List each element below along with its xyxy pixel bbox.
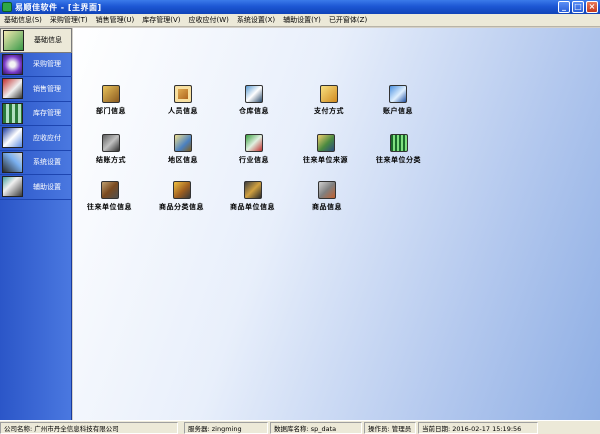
menu-open-windows[interactable]: 已开窗体(Z) bbox=[325, 15, 371, 25]
industry-icon bbox=[245, 134, 263, 152]
close-button[interactable]: × bbox=[586, 1, 598, 13]
app-logo-icon bbox=[2, 2, 12, 12]
tile-label: 商品信息 bbox=[312, 203, 342, 211]
sidebar-item-label: 应收应付 bbox=[33, 133, 61, 142]
menu-receivable[interactable]: 应收应付(W) bbox=[185, 15, 233, 25]
tile-label: 结账方式 bbox=[96, 156, 126, 164]
sidebar-item-label: 采购管理 bbox=[33, 60, 61, 69]
tile-label: 往来单位信息 bbox=[87, 203, 132, 211]
sidebar-item-label: 系统设置 bbox=[33, 158, 61, 167]
settlement-icon bbox=[102, 134, 120, 152]
tile-label: 账户信息 bbox=[383, 107, 413, 115]
menu-basic-info[interactable]: 基础信息(S) bbox=[0, 15, 46, 25]
status-date: 当前日期: 2016-02-17 15:19:56 bbox=[418, 421, 538, 434]
main-panel: 部门信息 人员信息 仓库信息 支付方式 账户信息 结账方式 地区信息 行业信息 … bbox=[73, 28, 600, 420]
tile-product-info[interactable]: 商品信息 bbox=[312, 181, 342, 212]
tile-label: 行业信息 bbox=[239, 156, 269, 164]
tile-partner-source[interactable]: 往来单位来源 bbox=[303, 134, 348, 165]
sidebar-item-basic-info[interactable]: 基础信息 bbox=[0, 28, 72, 53]
partner-info-icon bbox=[100, 181, 119, 199]
tile-label: 商品分类信息 bbox=[159, 203, 204, 211]
product-unit-icon bbox=[243, 181, 262, 199]
sidebar-item-receivable[interactable]: 应收应付 bbox=[0, 126, 72, 151]
maximize-button[interactable]: □ bbox=[572, 1, 584, 13]
receivable-icon bbox=[2, 127, 23, 149]
menu-system[interactable]: 系统设置(X) bbox=[233, 15, 279, 25]
status-bar: 公司名称: 广州市丹全信息科技有限公司 服务器: zingming 数据库名称:… bbox=[0, 420, 600, 434]
tile-warehouse[interactable]: 仓库信息 bbox=[239, 85, 269, 116]
sidebar-item-aux-settings[interactable]: 辅助设置 bbox=[0, 175, 72, 200]
product-info-icon bbox=[318, 181, 336, 199]
tile-label: 地区信息 bbox=[168, 156, 198, 164]
tile-product-unit[interactable]: 商品单位信息 bbox=[230, 181, 275, 212]
tile-label: 支付方式 bbox=[314, 107, 344, 115]
status-operator: 操作员: 管理员 bbox=[364, 421, 416, 434]
tile-product-category[interactable]: 商品分类信息 bbox=[159, 181, 204, 212]
tile-personnel[interactable]: 人员信息 bbox=[168, 85, 198, 116]
menu-purchase[interactable]: 采购管理(T) bbox=[46, 15, 92, 25]
tile-region[interactable]: 地区信息 bbox=[168, 134, 198, 165]
menu-bar: 基础信息(S) 采购管理(T) 销售管理(U) 库存管理(V) 应收应付(W) … bbox=[0, 14, 600, 27]
status-server: 服务器: zingming bbox=[184, 421, 268, 434]
sidebar-item-label: 库存管理 bbox=[33, 109, 61, 118]
tile-label: 人员信息 bbox=[168, 107, 198, 115]
sidebar-item-sales[interactable]: 销售管理 bbox=[0, 77, 72, 102]
tile-industry[interactable]: 行业信息 bbox=[239, 134, 269, 165]
sidebar-item-purchase[interactable]: 采购管理 bbox=[0, 53, 72, 77]
tile-label: 仓库信息 bbox=[239, 107, 269, 115]
personnel-icon bbox=[174, 85, 192, 103]
tile-label: 部门信息 bbox=[96, 107, 126, 115]
warehouse-icon bbox=[245, 85, 263, 103]
sidebar-item-system-settings[interactable]: 系统设置 bbox=[0, 151, 72, 175]
sidebar-item-label: 辅助设置 bbox=[33, 182, 61, 191]
menu-inventory[interactable]: 库存管理(V) bbox=[138, 15, 184, 25]
status-database: 数据库名称: sp_data bbox=[270, 421, 362, 434]
sidebar: 基础信息 采购管理 销售管理 库存管理 应收应付 系统设置 辅助设置 bbox=[0, 28, 72, 420]
sidebar-item-label: 基础信息 bbox=[34, 36, 62, 45]
menu-sales[interactable]: 销售管理(U) bbox=[92, 15, 139, 25]
title-bar: 易顺佳软件 - [主界面] _ □ × bbox=[0, 0, 600, 14]
system-settings-icon bbox=[2, 151, 23, 173]
tile-account[interactable]: 账户信息 bbox=[383, 85, 413, 116]
purchase-icon bbox=[2, 53, 23, 75]
sidebar-item-label: 销售管理 bbox=[33, 84, 61, 93]
tile-label: 往来单位分类 bbox=[376, 156, 421, 164]
department-icon bbox=[102, 85, 120, 103]
tile-settlement[interactable]: 结账方式 bbox=[96, 134, 126, 165]
tile-department[interactable]: 部门信息 bbox=[96, 85, 126, 116]
tile-label: 往来单位来源 bbox=[303, 156, 348, 164]
inventory-icon bbox=[2, 102, 23, 124]
region-icon bbox=[174, 134, 192, 152]
basic-info-icon bbox=[3, 29, 24, 51]
tile-partner-category[interactable]: 往来单位分类 bbox=[376, 134, 421, 165]
payment-method-icon bbox=[320, 85, 338, 103]
sidebar-item-inventory[interactable]: 库存管理 bbox=[0, 102, 72, 126]
product-category-icon bbox=[172, 181, 191, 199]
partner-source-icon bbox=[316, 134, 335, 152]
tile-partner-info[interactable]: 往来单位信息 bbox=[87, 181, 132, 212]
tile-label: 商品单位信息 bbox=[230, 203, 275, 211]
menu-aux[interactable]: 辅助设置(Y) bbox=[279, 15, 325, 25]
tile-payment-method[interactable]: 支付方式 bbox=[314, 85, 344, 116]
aux-settings-icon bbox=[2, 176, 23, 198]
status-company: 公司名称: 广州市丹全信息科技有限公司 bbox=[0, 421, 178, 434]
partner-category-icon bbox=[389, 134, 408, 152]
account-icon bbox=[389, 85, 407, 103]
window-title: 易顺佳软件 - [主界面] bbox=[15, 2, 102, 12]
minimize-button[interactable]: _ bbox=[558, 1, 570, 13]
sales-icon bbox=[2, 78, 23, 100]
